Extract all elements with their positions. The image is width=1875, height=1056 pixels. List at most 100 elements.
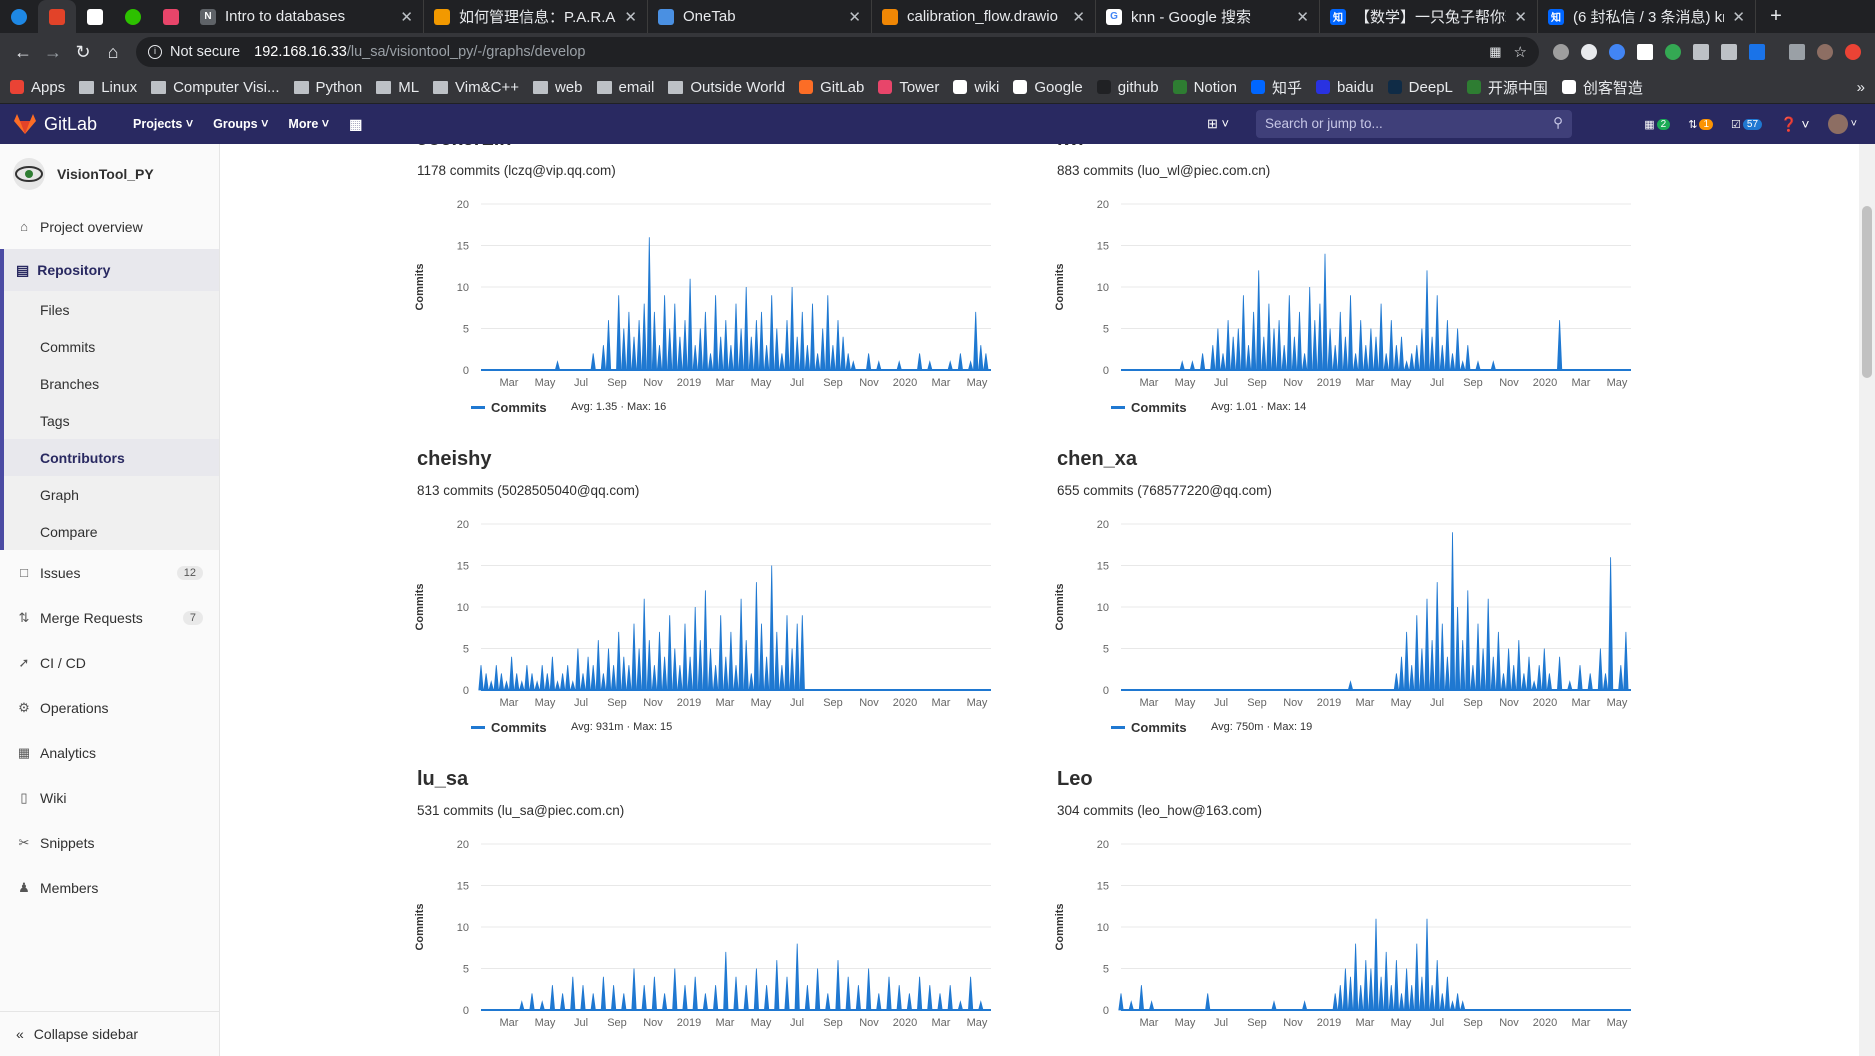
todos-button[interactable]: ▦ 2 (1644, 118, 1671, 131)
sidebar-item-merge-requests[interactable]: ⇅ Merge Requests 7 (0, 595, 219, 640)
new-dropdown[interactable]: ⊞ ˅ (1207, 116, 1229, 132)
sidebar-item-cicd[interactable]: ➚ CI / CD (0, 640, 219, 685)
sidebar-item-issues[interactable]: □ Issues 12 (0, 550, 219, 595)
bookmark-item[interactable]: Tower (878, 79, 939, 96)
sidebar-item-commits[interactable]: Commits (4, 328, 219, 365)
page-scrollbar[interactable] (1859, 144, 1875, 1056)
commit-spike (728, 345, 734, 371)
bookmark-item[interactable]: Notion (1172, 79, 1237, 96)
extension-icon[interactable] (1637, 44, 1653, 60)
bookmark-item[interactable]: Vim&C++ (433, 79, 519, 96)
close-tab-icon[interactable]: ✕ (1514, 8, 1527, 26)
bookmark-item[interactable]: baidu (1315, 79, 1374, 96)
browser-tab[interactable]: N Intro to databases ✕ (190, 0, 424, 33)
sidebar-project-header[interactable]: VisionTool_PY (0, 144, 219, 204)
pinned-tab-1[interactable] (0, 0, 38, 33)
extension-icon[interactable] (1553, 44, 1569, 60)
extension-icon[interactable] (1581, 44, 1597, 60)
pinned-tab-notion[interactable] (76, 0, 114, 33)
pinned-tab-gitlab[interactable] (38, 0, 76, 33)
browser-tab[interactable]: 知【数学】一只兔子帮你理 ✕ (1320, 0, 1538, 33)
merge-requests-button[interactable]: ⇅ 1 (1688, 118, 1714, 131)
bookmark-item[interactable]: ML (376, 79, 419, 96)
collapse-sidebar-button[interactable]: «Collapse sidebar (0, 1011, 220, 1056)
bookmark-item[interactable]: github (1096, 79, 1159, 96)
bookmark-item[interactable]: email (596, 79, 654, 96)
bookmark-item[interactable]: Computer Visi... (151, 79, 280, 96)
scrollbar-thumb[interactable] (1862, 206, 1872, 378)
bookmark-item[interactable]: DeepL (1387, 79, 1453, 96)
browser-tab[interactable]: Gknn - Google 搜索 ✕ (1096, 0, 1320, 33)
pinned-tab-tower[interactable] (152, 0, 190, 33)
bookmark-item[interactable]: web (532, 79, 583, 96)
nav-projects[interactable]: Projects ˅ (133, 116, 193, 133)
bookmark-item[interactable]: Outside World (668, 79, 785, 96)
extension-icon[interactable] (1749, 44, 1765, 60)
forward-button[interactable]: → (38, 37, 68, 67)
user-avatar-dropdown[interactable]: ˅ (1827, 114, 1857, 134)
sidebar-item-tags[interactable]: Tags (4, 402, 219, 439)
bookmark-item[interactable]: wiki (953, 79, 999, 96)
close-tab-icon[interactable]: ✕ (1296, 8, 1309, 26)
activity-chart-icon[interactable]: ▦ (349, 116, 362, 133)
home-button[interactable]: ⌂ (98, 37, 128, 67)
nav-groups[interactable]: Groups ˅ (213, 116, 268, 133)
sidebar-item-branches[interactable]: Branches (4, 365, 219, 402)
bookmarks-overflow-button[interactable]: » (1857, 79, 1865, 96)
translate-icon[interactable]: ▦ (1489, 44, 1501, 60)
sidebar-item-compare[interactable]: Compare (4, 513, 219, 550)
sidebar-item-analytics[interactable]: ▦ Analytics (0, 730, 219, 775)
bookmark-item[interactable]: Google (1013, 79, 1083, 96)
commit-spike (697, 640, 703, 691)
bookmark-star-icon[interactable]: ☆ (1514, 43, 1527, 61)
sidebar-item-files[interactable]: Files (4, 291, 219, 328)
bookmark-item[interactable]: Apps (10, 79, 65, 96)
back-button[interactable]: ← (8, 37, 38, 67)
sidebar-item-graph[interactable]: Graph (4, 476, 219, 513)
update-icon[interactable] (1845, 44, 1861, 60)
reload-button[interactable]: ↻ (68, 37, 98, 67)
bookmark-item[interactable]: GitLab (799, 79, 864, 96)
download-icon[interactable] (1721, 44, 1737, 60)
tab-favicon-icon: 知 (1330, 8, 1346, 25)
extension-icon[interactable] (1665, 44, 1681, 60)
issues-button[interactable]: ☑ 57 (1731, 118, 1763, 131)
browser-tab[interactable]: calibration_flow.drawio ✕ (872, 0, 1096, 33)
extension-icon[interactable] (1693, 44, 1709, 60)
reading-list-icon[interactable] (1789, 44, 1805, 60)
commit-spike (896, 985, 902, 1011)
pinned-tab-wechat[interactable] (114, 0, 152, 33)
sidebar-item-snippets[interactable]: ✂ Snippets (0, 820, 219, 865)
nav-more[interactable]: More ˅ (288, 116, 329, 133)
sidebar-item-operations[interactable]: ⚙ Operations (0, 685, 219, 730)
browser-tab[interactable]: 如何管理信息：P.A.R.A. ✕ (424, 0, 648, 33)
close-tab-icon[interactable]: ✕ (1072, 8, 1085, 26)
bookmark-item[interactable]: Python (293, 79, 362, 96)
sidebar-item-contributors[interactable]: Contributors (4, 439, 219, 476)
new-tab-button[interactable]: + (1756, 0, 1796, 33)
bookmark-item[interactable]: Linux (79, 79, 137, 96)
omnibox[interactable]: i Not secure 192.168.16.33/lu_sa/visiont… (136, 37, 1539, 67)
search-input[interactable]: Search or jump to... ⚲ (1256, 110, 1572, 138)
avatar[interactable] (1817, 44, 1833, 60)
commit-spike (646, 237, 652, 371)
bookmark-item[interactable]: 知乎 (1250, 77, 1302, 98)
help-dropdown[interactable]: ❓ ˅ (1780, 116, 1810, 133)
sidebar-item-members[interactable]: ♟ Members (0, 865, 219, 910)
sidebar-item-project-overview[interactable]: ⌂ Project overview (0, 204, 219, 249)
close-tab-icon[interactable]: ✕ (1732, 8, 1745, 26)
browser-tab[interactable]: 知 (6 封私信 / 3 条消息) knn ✕ (1538, 0, 1756, 33)
gitlab-logo[interactable]: GitLab (14, 114, 97, 135)
browser-tab[interactable]: OneTab ✕ (648, 0, 872, 33)
close-tab-icon[interactable]: ✕ (848, 8, 861, 26)
bookmark-item[interactable]: 创客智造 (1561, 77, 1643, 98)
commit-spike (1429, 640, 1435, 691)
sidebar-item-repository[interactable]: ▤ Repository (4, 249, 219, 291)
close-tab-icon[interactable]: ✕ (400, 8, 413, 26)
sidebar-item-wiki[interactable]: ▯ Wiki (0, 775, 219, 820)
close-tab-icon[interactable]: ✕ (624, 8, 637, 26)
bookmark-item[interactable]: 开源中国 (1466, 77, 1548, 98)
info-icon[interactable]: i (148, 45, 162, 59)
tab-title: 如何管理信息：P.A.R.A. (459, 9, 617, 26)
extension-icon[interactable] (1609, 44, 1625, 60)
